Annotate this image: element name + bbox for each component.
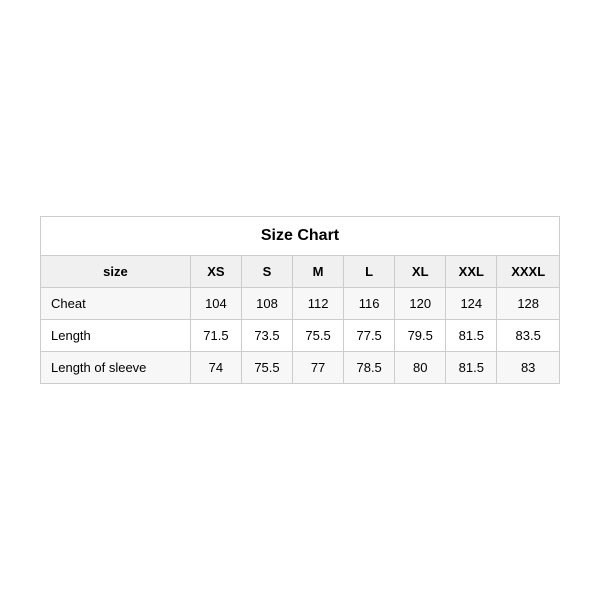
column-header: XS — [190, 256, 241, 288]
cell-value: 108 — [241, 288, 292, 320]
cell-value: 71.5 — [190, 320, 241, 352]
title-row: Size Chart — [41, 217, 560, 256]
header-row: sizeXSSMLXLXXLXXXL — [41, 256, 560, 288]
cell-value: 74 — [190, 352, 241, 384]
cell-value: 112 — [293, 288, 344, 320]
table-row: Cheat104108112116120124128 — [41, 288, 560, 320]
cell-value: 78.5 — [344, 352, 395, 384]
cell-value: 75.5 — [293, 320, 344, 352]
table-body: Cheat104108112116120124128Length71.573.5… — [41, 288, 560, 384]
size-chart-container: Size Chart sizeXSSMLXLXXLXXXL Cheat10410… — [40, 216, 560, 384]
column-header: XXXL — [497, 256, 560, 288]
cell-value: 124 — [446, 288, 497, 320]
cell-value: 79.5 — [395, 320, 446, 352]
column-header: L — [344, 256, 395, 288]
size-chart-table: Size Chart sizeXSSMLXLXXLXXXL Cheat10410… — [40, 216, 560, 384]
cell-value: 77.5 — [344, 320, 395, 352]
table-row: Length71.573.575.577.579.581.583.5 — [41, 320, 560, 352]
row-label: Length — [41, 320, 191, 352]
cell-value: 83 — [497, 352, 560, 384]
row-label: Length of sleeve — [41, 352, 191, 384]
column-header: XXL — [446, 256, 497, 288]
cell-value: 128 — [497, 288, 560, 320]
column-header: M — [293, 256, 344, 288]
table-title: Size Chart — [41, 217, 560, 256]
cell-value: 104 — [190, 288, 241, 320]
cell-value: 116 — [344, 288, 395, 320]
cell-value: 120 — [395, 288, 446, 320]
row-label: Cheat — [41, 288, 191, 320]
column-header: XL — [395, 256, 446, 288]
cell-value: 75.5 — [241, 352, 292, 384]
column-header: S — [241, 256, 292, 288]
cell-value: 81.5 — [446, 320, 497, 352]
column-header: size — [41, 256, 191, 288]
table-row: Length of sleeve7475.57778.58081.583 — [41, 352, 560, 384]
cell-value: 81.5 — [446, 352, 497, 384]
cell-value: 73.5 — [241, 320, 292, 352]
cell-value: 83.5 — [497, 320, 560, 352]
cell-value: 77 — [293, 352, 344, 384]
cell-value: 80 — [395, 352, 446, 384]
